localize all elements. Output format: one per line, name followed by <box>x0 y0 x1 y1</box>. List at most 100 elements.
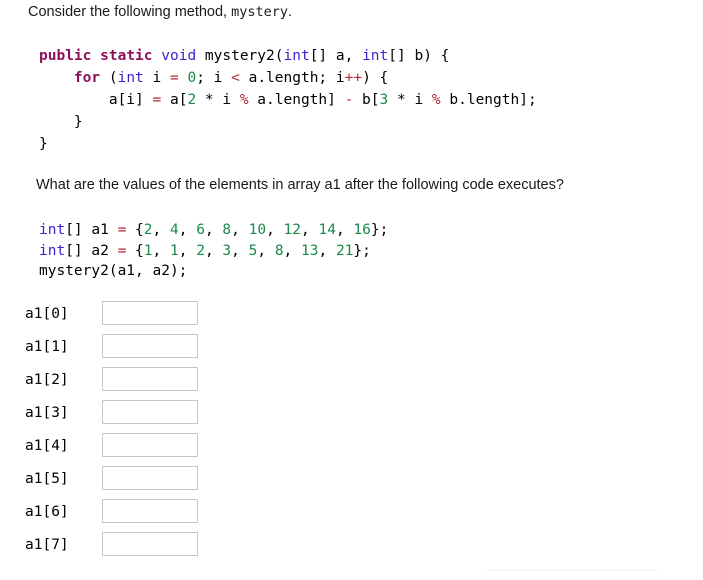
a1-values-separator: , <box>335 222 354 238</box>
assign-lhs: a[i] <box>108 92 153 108</box>
type-int-a2: int <box>39 242 66 259</box>
number-two: 2 <box>187 92 197 108</box>
keyword-static: static <box>100 48 153 64</box>
a2-values-separator: , <box>178 242 197 259</box>
answer-row: a1[4] <box>0 432 703 465</box>
assign-rhs-bopen: b[ <box>353 92 380 108</box>
a1-values-item: 8 <box>222 222 232 238</box>
keyword-for: for <box>73 70 101 86</box>
answer-row: a1[0] <box>0 300 703 333</box>
a1-values-separator: , <box>178 222 197 238</box>
a1-values-item: 16 <box>353 222 371 238</box>
a1-values-item: 14 <box>318 222 336 238</box>
method-code-block: public static void mystery2(int[] a, int… <box>39 45 537 155</box>
bottom-divider <box>485 570 657 571</box>
a1-values-item: 10 <box>248 222 267 238</box>
answer-row: a1[3] <box>0 399 703 432</box>
answer-input-7[interactable] <box>102 532 198 556</box>
a1-close-brace: }; <box>370 222 389 238</box>
a2-values-item: 1 <box>143 242 153 259</box>
a2-values-separator: , <box>231 242 249 259</box>
a1-values-item: 2 <box>143 222 153 238</box>
answer-label-1: a1[1] <box>25 339 69 355</box>
answer-label-5: a1[5] <box>25 471 69 487</box>
assign-rhs-alen: a.length] <box>248 92 345 108</box>
loop-var: i <box>143 70 170 86</box>
answer-input-2[interactable] <box>102 367 198 391</box>
a1-values-separator: , <box>152 222 170 238</box>
assign-rhs-mul1: * i <box>196 92 240 108</box>
method-name-decl: mystery2( <box>196 48 284 64</box>
answer-label-0: a1[0] <box>25 306 69 322</box>
a2-values-item: 8 <box>274 242 284 259</box>
answer-input-5[interactable] <box>102 466 198 490</box>
for-semicolon: ; i <box>196 70 232 86</box>
question-text: What are the values of the elements in a… <box>36 177 564 193</box>
type-int-param-a: int <box>283 48 310 64</box>
answer-label-6: a1[6] <box>25 504 69 520</box>
a2-close-brace: }; <box>353 242 371 259</box>
type-void: void <box>161 48 197 64</box>
keyword-public: public <box>39 48 92 64</box>
operator-assign-body: = <box>152 92 162 108</box>
intro-text-before: Consider the following method, <box>28 4 232 20</box>
a2-values-separator: , <box>204 242 223 259</box>
answer-row: a1[1] <box>0 333 703 366</box>
answer-input-6[interactable] <box>102 499 198 523</box>
code-line-close-for: } <box>39 114 83 130</box>
a2-values-separator: , <box>283 242 302 259</box>
operator-mod-2: % <box>431 92 441 108</box>
operator-mod-1: % <box>239 92 249 108</box>
answer-label-4: a1[4] <box>25 438 69 454</box>
a2-values-separator: , <box>257 242 275 259</box>
answer-row: a1[2] <box>0 366 703 399</box>
number-zero: 0 <box>178 70 197 86</box>
code-line-decl-a1: int[] a1 = {2, 4, 6, 8, 10, 12, 14, 16}; <box>39 222 388 238</box>
answer-input-3[interactable] <box>102 400 198 424</box>
for-close-paren: ) { <box>362 70 389 86</box>
assign-rhs-open: a[ <box>161 92 188 108</box>
a1-values-separator: , <box>204 222 223 238</box>
answer-input-4[interactable] <box>102 433 198 457</box>
number-three: 3 <box>379 92 389 108</box>
operator-increment: ++ <box>344 70 363 86</box>
type-int-param-b: int <box>362 48 389 64</box>
assign-rhs-mul2: * i <box>388 92 432 108</box>
type-int-loopvar: int <box>117 70 144 86</box>
a1-values-separator: , <box>301 222 319 238</box>
indent-for <box>39 70 74 86</box>
code-line-close-method: } <box>39 136 48 152</box>
a2-values-item: 2 <box>196 242 205 259</box>
a1-values: 2, 4, 6, 8, 10, 12, 14, 16 <box>144 222 371 238</box>
a1-open-brace: { <box>126 222 144 238</box>
assign-rhs-blen: b.length]; <box>440 92 537 108</box>
intro-text-after: . <box>288 4 293 20</box>
indent-assignment <box>39 92 109 108</box>
answer-input-1[interactable] <box>102 334 198 358</box>
param-b: [] b) { <box>388 48 450 64</box>
a2-values-item: 3 <box>222 242 232 259</box>
code-line-assignment: a[i] = a[2 * i % a.length] - b[3 * i % b… <box>39 92 537 108</box>
a1-brackets: [] a1 <box>65 222 118 238</box>
code-line-for: for (int i = 0; i < a.length; i++) { <box>39 70 388 86</box>
param-a: [] a, <box>309 48 363 64</box>
code-line-signature: public static void mystery2(int[] a, int… <box>39 48 449 64</box>
a1-values-item: 12 <box>283 222 302 238</box>
answer-row: a1[5] <box>0 465 703 498</box>
answer-row: a1[6] <box>0 498 703 531</box>
a2-brackets: [] a2 <box>65 242 118 259</box>
a2-values-item: 13 <box>301 242 319 259</box>
a2-values-separator: , <box>152 242 170 259</box>
for-open-paren: ( <box>100 70 118 86</box>
answer-row: a1[7] <box>0 531 703 564</box>
intro-method-name: mystery <box>231 4 289 20</box>
answer-input-0[interactable] <box>102 301 198 325</box>
operator-less-than: < <box>231 70 240 86</box>
a1-values-item: 4 <box>170 222 179 238</box>
operator-assign-for: = <box>170 70 179 86</box>
code-line-decl-a2: int[] a2 = {1, 1, 2, 3, 5, 8, 13, 21}; <box>39 243 371 259</box>
answer-label-3: a1[3] <box>25 405 69 421</box>
answer-label-2: a1[2] <box>25 372 69 388</box>
a2-values-item: 1 <box>170 242 179 259</box>
a2-values: 1, 1, 2, 3, 5, 8, 13, 21 <box>144 243 354 259</box>
